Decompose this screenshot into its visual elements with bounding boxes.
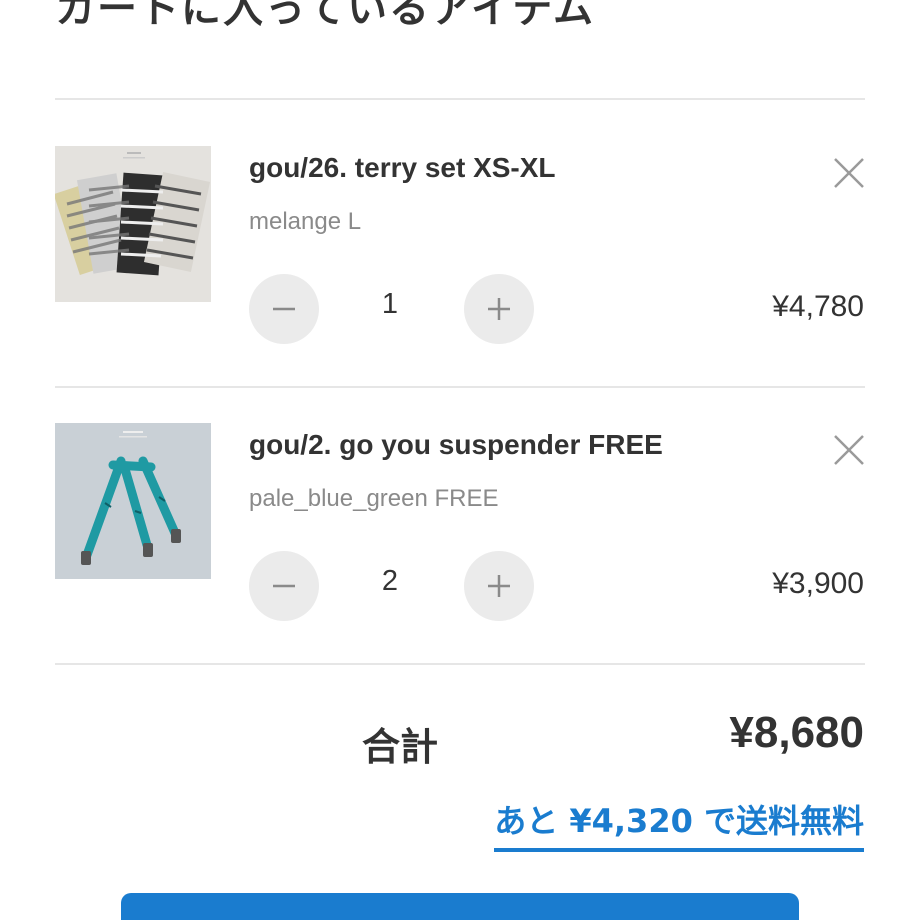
cart-item: gou/2. go you suspender FREE pale_blue_g…: [0, 423, 920, 673]
quantity-value: 2: [381, 565, 399, 597]
total-value: ¥8,680: [729, 708, 864, 757]
total-label: 合計: [362, 725, 439, 769]
divider: [55, 98, 865, 100]
close-icon: [834, 158, 864, 188]
item-price: ¥3,900: [772, 567, 864, 600]
plus-icon: [488, 575, 510, 597]
item-name[interactable]: gou/26. terry set XS-XL: [249, 152, 556, 184]
close-icon: [834, 435, 864, 465]
checkout-button[interactable]: [121, 893, 799, 920]
free-shipping-link[interactable]: あと ¥4,320 で送料無料: [494, 796, 864, 852]
minus-icon: [273, 307, 295, 311]
product-image-suspender[interactable]: [55, 423, 211, 579]
quantity-value: 1: [381, 288, 399, 320]
remove-item-button[interactable]: [830, 154, 868, 192]
cart-item: gou/26. terry set XS-XL melange L 1 ¥4,7…: [0, 146, 920, 396]
remove-item-button[interactable]: [830, 431, 868, 469]
quantity-decrease-button[interactable]: [249, 551, 319, 621]
item-variant: melange L: [249, 208, 362, 235]
divider: [55, 663, 865, 665]
quantity-increase-button[interactable]: [464, 274, 534, 344]
quantity-decrease-button[interactable]: [249, 274, 319, 344]
divider: [55, 386, 865, 388]
plus-icon: [488, 298, 510, 320]
minus-icon: [273, 584, 295, 588]
item-price: ¥4,780: [772, 290, 864, 323]
quantity-increase-button[interactable]: [464, 551, 534, 621]
item-name[interactable]: gou/2. go you suspender FREE: [249, 429, 663, 461]
item-variant: pale_blue_green FREE: [249, 485, 499, 512]
product-image-terry-set[interactable]: [55, 146, 211, 302]
page-title: カートに入っているアイテム: [55, 0, 595, 32]
